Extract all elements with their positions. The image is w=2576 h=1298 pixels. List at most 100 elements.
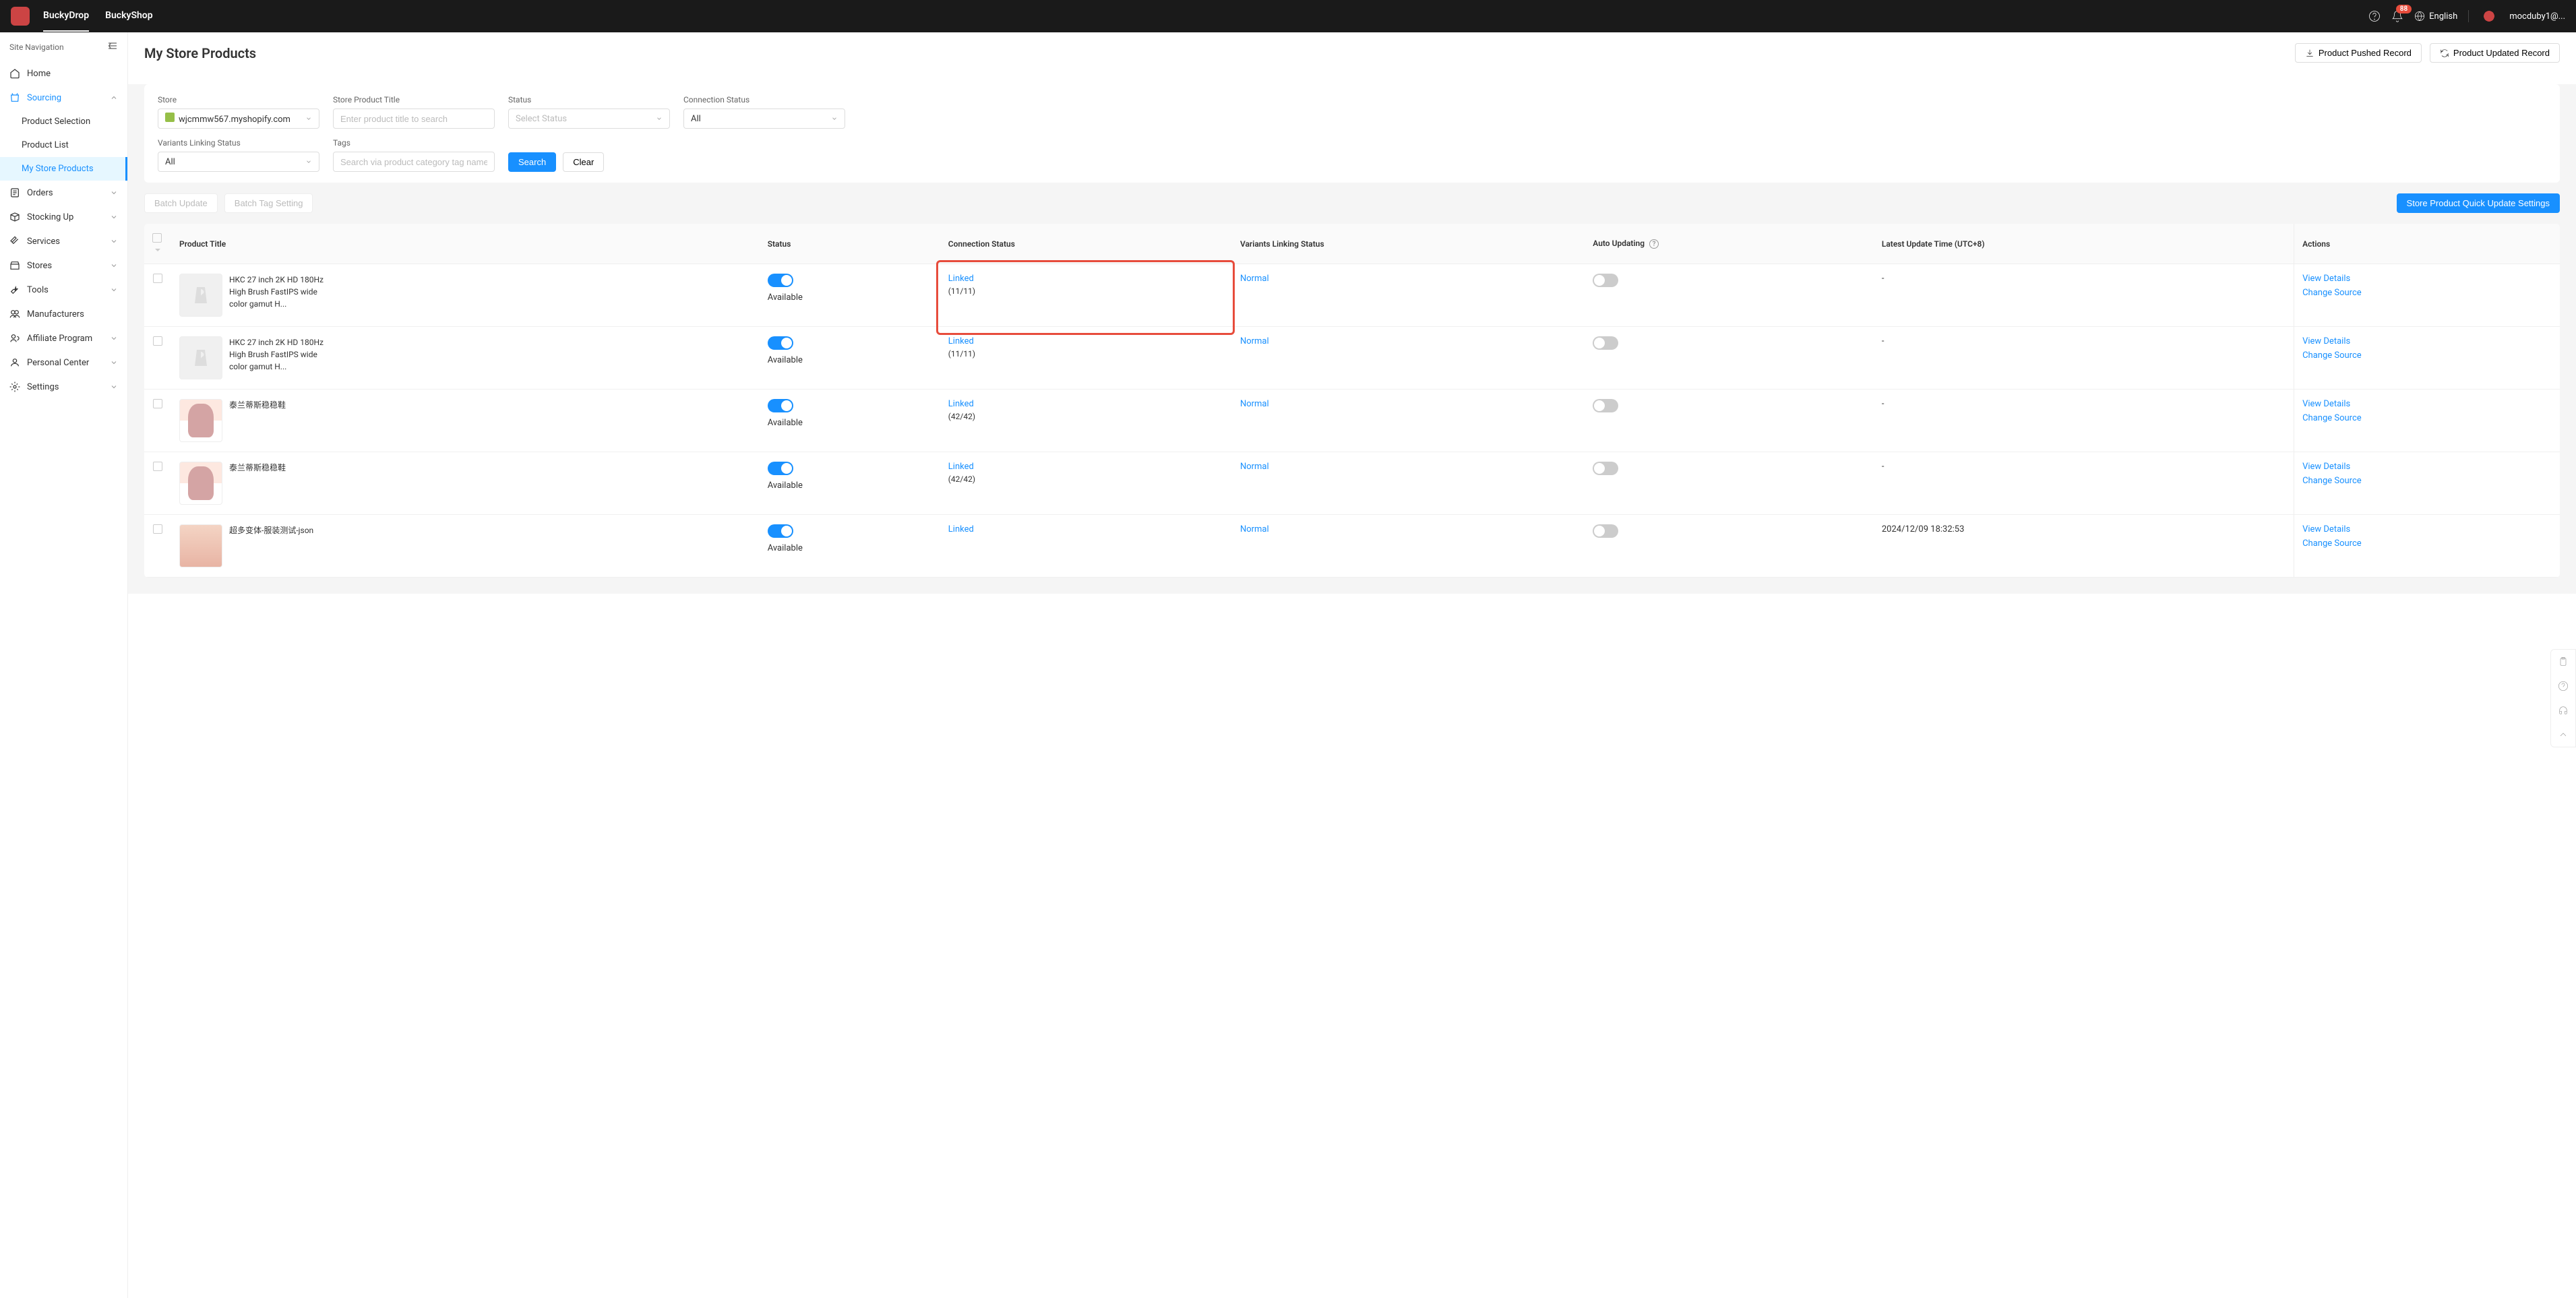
status-switch[interactable] (768, 399, 793, 412)
view-details-link[interactable]: View Details (2302, 399, 2552, 409)
sidebar-item-services[interactable]: Services (0, 229, 127, 253)
tab-buckyshop[interactable]: BuckyShop (105, 1, 153, 32)
product-title[interactable]: 泰兰蒂斯稳稳鞋 (229, 462, 286, 474)
clipboard-icon[interactable] (2551, 650, 2575, 674)
divider (2468, 10, 2469, 22)
language-selector[interactable]: English (2414, 11, 2457, 22)
view-details-link[interactable]: View Details (2302, 336, 2552, 346)
product-title[interactable]: HKC 27 inch 2K HD 180Hz High Brush FastI… (229, 336, 330, 373)
notification-badge: 88 (2396, 5, 2412, 13)
change-source-link[interactable]: Change Source (2302, 413, 2552, 423)
connection-link[interactable]: Linked (948, 462, 974, 472)
headset-icon[interactable] (2551, 698, 2575, 722)
tags-input[interactable] (333, 152, 495, 172)
product-title[interactable]: 超多变体-服装测试-json (229, 524, 313, 536)
variants-link[interactable]: Normal (1240, 462, 1269, 472)
sidebar-item-stocking-up[interactable]: Stocking Up (0, 205, 127, 229)
variants-link[interactable]: Normal (1240, 336, 1269, 346)
sidebar-item-product-list[interactable]: Product List (0, 133, 127, 157)
variants-link[interactable]: Normal (1240, 274, 1269, 284)
sidebar-item-home[interactable]: Home (0, 61, 127, 86)
sort-icon[interactable] (155, 249, 160, 251)
connection-link[interactable]: Linked (948, 274, 974, 284)
auto-updating-switch[interactable] (1593, 462, 1618, 475)
th-variants-linking: Variants Linking Status (1232, 224, 1585, 264)
sidebar-item-my-store-products[interactable]: My Store Products (0, 157, 127, 181)
status-switch[interactable] (768, 336, 793, 350)
auto-updating-switch[interactable] (1593, 274, 1618, 287)
collapse-icon[interactable] (107, 40, 118, 53)
connection-link[interactable]: Linked (948, 524, 974, 534)
product-thumbnail[interactable] (179, 462, 222, 505)
change-source-link[interactable]: Change Source (2302, 476, 2552, 486)
auto-updating-switch[interactable] (1593, 524, 1618, 538)
box-icon (9, 212, 20, 222)
connection-link[interactable]: Linked (948, 399, 974, 409)
status-switch[interactable] (768, 462, 793, 475)
sidebar-item-stores[interactable]: Stores (0, 253, 127, 278)
pushed-record-button[interactable]: Product Pushed Record (2295, 43, 2422, 63)
status-select[interactable]: Select Status (508, 109, 670, 129)
product-thumbnail[interactable] (179, 336, 222, 379)
connection-status-select[interactable]: All (683, 109, 845, 129)
product-title[interactable]: HKC 27 inch 2K HD 180Hz High Brush FastI… (229, 274, 330, 310)
product-thumbnail[interactable] (179, 524, 222, 567)
search-button[interactable]: Search (508, 152, 556, 172)
user-name[interactable]: mocduby1@... (2509, 11, 2565, 22)
status-switch[interactable] (768, 524, 793, 538)
variants-link[interactable]: Normal (1240, 399, 1269, 409)
sidebar-item-personal-center[interactable]: Personal Center (0, 350, 127, 375)
content: My Store Products Product Pushed Record … (128, 32, 2576, 1298)
product-thumbnail[interactable] (179, 274, 222, 317)
bell-icon[interactable]: 88 (2391, 10, 2403, 22)
row-checkbox[interactable] (153, 399, 162, 408)
sidebar-header: Site Navigation (0, 32, 127, 61)
view-details-link[interactable]: View Details (2302, 462, 2552, 472)
clear-button[interactable]: Clear (563, 152, 604, 172)
variants-linking-select[interactable]: All (158, 152, 319, 172)
th-status: Status (760, 224, 940, 264)
row-checkbox[interactable] (153, 524, 162, 534)
change-source-link[interactable]: Change Source (2302, 350, 2552, 361)
sidebar-item-affiliate[interactable]: Affiliate Program (0, 326, 127, 350)
quick-update-button[interactable]: Store Product Quick Update Settings (2397, 193, 2560, 213)
sidebar-label: Product Selection (22, 117, 90, 127)
change-source-link[interactable]: Change Source (2302, 288, 2552, 298)
help-side-icon[interactable] (2551, 674, 2575, 698)
logo[interactable] (11, 7, 30, 26)
sidebar-item-tools[interactable]: Tools (0, 278, 127, 302)
sidebar-item-sourcing[interactable]: Sourcing (0, 86, 127, 110)
tab-buckydrop[interactable]: BuckyDrop (43, 1, 89, 32)
select-all-checkbox[interactable] (152, 233, 162, 243)
product-title-input[interactable] (333, 109, 495, 129)
product-title[interactable]: 泰兰蒂斯稳稳鞋 (229, 399, 286, 411)
change-source-link[interactable]: Change Source (2302, 538, 2552, 549)
updated-record-button[interactable]: Product Updated Record (2430, 43, 2560, 63)
sidebar-item-manufacturers[interactable]: Manufacturers (0, 302, 127, 326)
batch-tag-button[interactable]: Batch Tag Setting (224, 193, 313, 213)
status-switch[interactable] (768, 274, 793, 287)
connection-link[interactable]: Linked (948, 336, 974, 346)
chevron-up-icon[interactable] (2551, 722, 2575, 747)
latest-update-cell: - (1874, 264, 2294, 327)
user-avatar[interactable] (2480, 7, 2498, 26)
store-select[interactable]: wjcmmw567.myshopify.com (158, 109, 319, 129)
row-checkbox[interactable] (153, 336, 162, 346)
variants-link[interactable]: Normal (1240, 524, 1269, 534)
sidebar-item-settings[interactable]: Settings (0, 375, 127, 399)
auto-updating-switch[interactable] (1593, 399, 1618, 412)
gear-icon (9, 381, 20, 392)
view-details-link[interactable]: View Details (2302, 274, 2552, 284)
product-thumbnail[interactable] (179, 399, 222, 442)
auto-updating-switch[interactable] (1593, 336, 1618, 350)
row-checkbox[interactable] (153, 462, 162, 471)
row-checkbox[interactable] (153, 274, 162, 283)
batch-update-button[interactable]: Batch Update (144, 193, 218, 213)
user-icon (9, 357, 20, 368)
help-icon[interactable] (2368, 10, 2381, 22)
view-details-link[interactable]: View Details (2302, 524, 2552, 534)
main-layout: Site Navigation Home Sourcing Product Se… (0, 32, 2576, 1298)
sidebar-item-orders[interactable]: Orders (0, 181, 127, 205)
sidebar-item-product-selection[interactable]: Product Selection (0, 110, 127, 133)
info-icon[interactable]: ? (1649, 239, 1659, 249)
